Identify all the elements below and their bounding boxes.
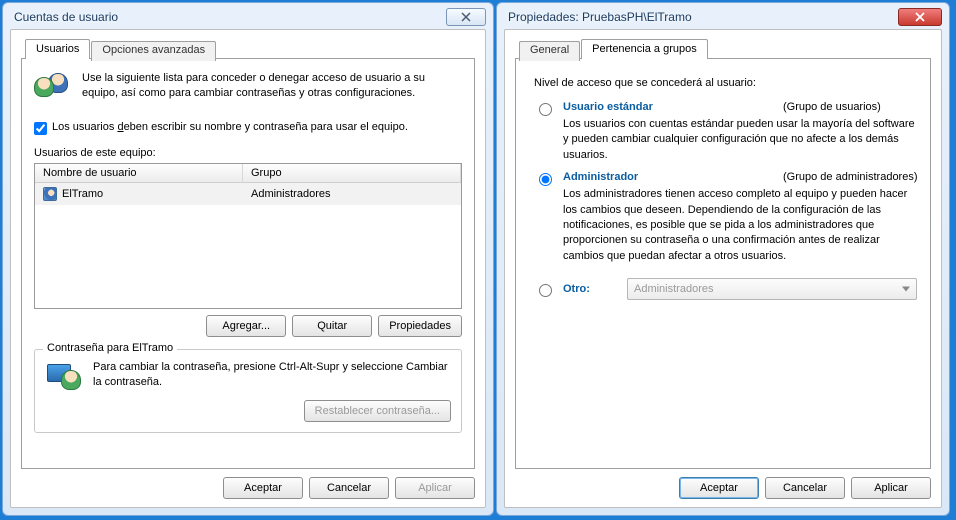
access-level-label: Nivel de acceso que se concederá al usua… <box>534 77 918 89</box>
other-group-combo[interactable]: Administradores <box>627 278 917 300</box>
must-enter-credentials-label: Los usuarios deben escribir su nombre y … <box>52 121 408 133</box>
radio-admin[interactable] <box>539 173 552 186</box>
titlebar: Cuentas de usuario <box>10 9 486 29</box>
tab-advanced[interactable]: Opciones avanzadas <box>91 41 216 61</box>
option-admin-desc: Los administradores tienen acceso comple… <box>563 187 918 264</box>
option-other-title: Otro: <box>563 283 619 295</box>
user-list-label: Usuarios de este equipo: <box>34 147 462 159</box>
ok-button[interactable]: Aceptar <box>679 477 759 499</box>
password-help-text: Para cambiar la contraseña, presione Ctr… <box>93 360 451 390</box>
column-username[interactable]: Nombre de usuario <box>35 164 243 182</box>
option-admin-group: (Grupo de administradores) <box>783 171 918 183</box>
row-username: ElTramo <box>62 188 103 200</box>
apply-button: Aplicar <box>395 477 475 499</box>
table-row[interactable]: ElTramo Administradores <box>35 183 461 205</box>
list-header: Nombre de usuario Grupo <box>35 164 461 183</box>
other-group-combo-value: Administradores <box>634 283 713 295</box>
reset-password-button: Restablecer contraseña... <box>304 400 451 422</box>
add-button[interactable]: Agregar... <box>206 315 286 337</box>
intro-text: Use la siguiente lista para conceder o d… <box>82 71 462 105</box>
tab-general[interactable]: General <box>519 41 580 61</box>
user-properties-window: Propiedades: PruebasPH\ElTramo General P… <box>496 2 950 516</box>
window-title: Propiedades: PruebasPH\ElTramo <box>508 10 898 24</box>
users-icon <box>34 71 72 105</box>
option-standard-title: Usuario estándar <box>563 101 783 113</box>
password-group-title: Contraseña para ElTramo <box>43 342 177 354</box>
option-standard-desc: Los usuarios con cuentas estándar pueden… <box>563 117 918 163</box>
apply-button[interactable]: Aplicar <box>851 477 931 499</box>
close-button[interactable] <box>898 8 942 26</box>
column-group[interactable]: Grupo <box>243 164 461 182</box>
tab-users[interactable]: Usuarios <box>25 39 90 59</box>
close-icon <box>914 12 926 22</box>
client-area: Usuarios Opciones avanzadas Use la sigui… <box>10 29 486 508</box>
cancel-button[interactable]: Cancelar <box>309 477 389 499</box>
close-button[interactable] <box>446 8 486 26</box>
user-list[interactable]: Nombre de usuario Grupo ElTramo Administ… <box>34 163 462 309</box>
password-groupbox: Contraseña para ElTramo Para cambiar la … <box>34 349 462 433</box>
option-standard-group: (Grupo de usuarios) <box>783 101 881 113</box>
must-enter-credentials-checkbox[interactable] <box>34 122 47 135</box>
row-group: Administradores <box>243 185 461 203</box>
computer-user-icon <box>45 360 83 392</box>
radio-other[interactable] <box>539 284 552 297</box>
tab-strip: Usuarios Opciones avanzadas <box>21 39 475 59</box>
properties-button[interactable]: Propiedades <box>378 315 462 337</box>
tab-page-users: Use la siguiente lista para conceder o d… <box>21 58 475 469</box>
tab-page-membership: Nivel de acceso que se concederá al usua… <box>515 58 931 469</box>
tab-membership[interactable]: Pertenencia a grupos <box>581 39 708 59</box>
window-title: Cuentas de usuario <box>14 10 446 24</box>
remove-button[interactable]: Quitar <box>292 315 372 337</box>
radio-standard[interactable] <box>539 103 552 116</box>
option-admin-title: Administrador <box>563 171 783 183</box>
titlebar: Propiedades: PruebasPH\ElTramo <box>504 9 942 29</box>
close-icon <box>461 12 471 22</box>
client-area: General Pertenencia a grupos Nivel de ac… <box>504 29 942 508</box>
ok-button[interactable]: Aceptar <box>223 477 303 499</box>
tab-strip: General Pertenencia a grupos <box>515 39 931 59</box>
user-icon <box>43 187 57 201</box>
cancel-button[interactable]: Cancelar <box>765 477 845 499</box>
user-accounts-window: Cuentas de usuario Usuarios Opciones ava… <box>2 2 494 516</box>
